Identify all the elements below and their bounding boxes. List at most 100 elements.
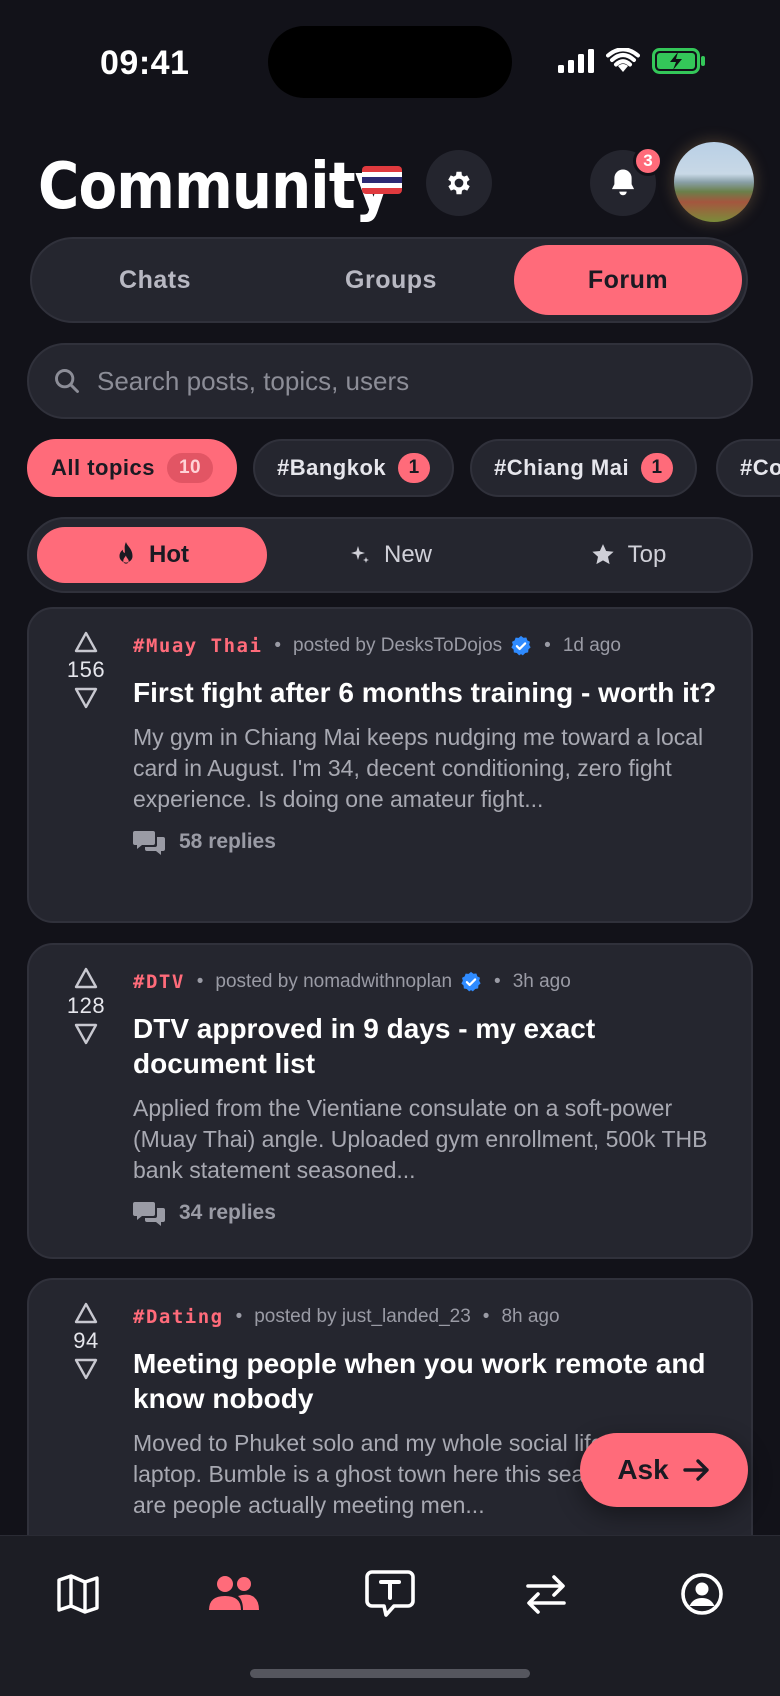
nav-profile[interactable] bbox=[662, 1564, 742, 1624]
post-excerpt: Applied from the Vientiane consulate on … bbox=[133, 1095, 708, 1183]
chip-count: 1 bbox=[641, 453, 674, 483]
topic-chips: All topics 10 #Bangkok 1 #Chiang Mai 1 #… bbox=[27, 439, 780, 497]
separator-dot: • bbox=[196, 971, 204, 992]
tab-forum[interactable]: Forum bbox=[514, 245, 742, 315]
sort-tabs: Hot New Top bbox=[27, 517, 753, 593]
replies-count: 34 replies bbox=[179, 1201, 276, 1224]
vote-count: 128 bbox=[66, 993, 106, 1018]
replies-link[interactable]: 34 replies bbox=[133, 1200, 727, 1226]
sort-hot[interactable]: Hot bbox=[37, 527, 267, 583]
upvote-icon[interactable] bbox=[74, 1302, 98, 1324]
post-tag[interactable]: #DTV bbox=[133, 971, 185, 993]
post-meta: #Dating • posted by just_landed_23 • 8h … bbox=[133, 1306, 727, 1328]
nav-community[interactable] bbox=[194, 1564, 274, 1624]
profile-icon bbox=[681, 1573, 723, 1615]
ask-button[interactable]: Ask bbox=[580, 1433, 748, 1507]
avatar[interactable] bbox=[674, 142, 754, 222]
status-bar: 09:41 bbox=[0, 0, 780, 130]
comments-icon bbox=[133, 831, 165, 855]
post-card[interactable]: 94 #Dating • posted by just_landed_23 • … bbox=[27, 1278, 753, 1578]
nav-forum[interactable] bbox=[350, 1564, 430, 1624]
sort-top[interactable]: Top bbox=[513, 527, 743, 583]
separator-dot: • bbox=[482, 1306, 490, 1327]
post-meta: #Muay Thai • posted by DesksToDojos • 1d… bbox=[133, 635, 727, 657]
home-indicator bbox=[250, 1669, 530, 1678]
status-time: 09:41 bbox=[100, 44, 190, 82]
upvote-icon[interactable] bbox=[74, 967, 98, 989]
downvote-icon[interactable] bbox=[74, 1358, 98, 1380]
sort-top-label: Top bbox=[627, 541, 667, 568]
sort-new-label: New bbox=[383, 541, 432, 568]
chip-count: 10 bbox=[167, 453, 214, 483]
post-card[interactable]: 156 #Muay Thai • posted by DesksToDojos … bbox=[27, 607, 753, 923]
verified-badge-icon bbox=[510, 635, 532, 657]
sort-new[interactable]: New bbox=[275, 527, 505, 583]
ask-label: Ask bbox=[617, 1454, 669, 1485]
page-title: Community bbox=[38, 150, 391, 224]
downvote-icon[interactable] bbox=[74, 687, 98, 709]
post-title[interactable]: First fight after 6 months training - wo… bbox=[133, 675, 727, 710]
post-tag[interactable]: #Muay Thai bbox=[133, 635, 262, 657]
chip-label: All topics bbox=[51, 455, 156, 480]
vote-count: 156 bbox=[66, 657, 106, 682]
arrow-right-icon bbox=[682, 1459, 709, 1481]
search-placeholder: Search posts, topics, users bbox=[97, 365, 410, 396]
signal-icon bbox=[558, 49, 594, 73]
post-author[interactable]: posted by nomadwithnoplan bbox=[215, 971, 452, 993]
flame-icon bbox=[119, 542, 133, 564]
post-author[interactable]: posted by just_landed_23 bbox=[254, 1306, 471, 1328]
nav-map[interactable] bbox=[38, 1564, 118, 1624]
replies-count: 58 replies bbox=[179, 830, 276, 853]
chip-count: 1 bbox=[398, 453, 431, 483]
tab-chats[interactable]: Chats bbox=[40, 245, 270, 315]
community-icon bbox=[209, 1576, 259, 1610]
map-icon bbox=[57, 1574, 99, 1614]
post-title[interactable]: DTV approved in 9 days - my exact docume… bbox=[133, 1011, 727, 1081]
chip-chiang-mai[interactable]: #Chiang Mai 1 bbox=[470, 439, 698, 497]
upvote-icon[interactable] bbox=[74, 631, 98, 653]
chip-more[interactable]: #Co bbox=[716, 439, 780, 497]
section-tabs: Chats Groups Forum bbox=[30, 237, 748, 323]
wifi-icon bbox=[606, 48, 640, 72]
star-icon bbox=[592, 544, 614, 565]
search-input[interactable]: Search posts, topics, users bbox=[27, 343, 753, 419]
chip-bangkok[interactable]: #Bangkok 1 bbox=[253, 439, 455, 497]
post-title[interactable]: Meeting people when you work remote and … bbox=[133, 1346, 727, 1416]
search-icon bbox=[55, 369, 79, 393]
chat-topic-icon bbox=[365, 1570, 415, 1617]
post-time: 3h ago bbox=[512, 971, 571, 992]
post-tag[interactable]: #Dating bbox=[133, 1306, 224, 1328]
chip-label: #Bangkok bbox=[277, 455, 387, 480]
vote-control: 94 bbox=[57, 1302, 115, 1380]
tab-groups[interactable]: Groups bbox=[276, 245, 506, 315]
replies-link[interactable]: 58 replies bbox=[133, 829, 727, 855]
post-card[interactable]: 128 #DTV • posted by nomadwithnoplan • 3… bbox=[27, 943, 753, 1259]
chip-label: #Co bbox=[740, 455, 780, 480]
chip-all-topics[interactable]: All topics 10 bbox=[27, 439, 238, 497]
vote-control: 128 bbox=[57, 967, 115, 1045]
dynamic-island bbox=[268, 26, 512, 98]
battery-icon bbox=[652, 48, 705, 74]
separator-dot: • bbox=[235, 1306, 243, 1327]
post-author[interactable]: posted by DesksToDojos bbox=[293, 635, 502, 657]
vote-control: 156 bbox=[57, 631, 115, 709]
sort-hot-label: Hot bbox=[149, 541, 189, 568]
sparkle-icon bbox=[350, 546, 369, 563]
bell-icon bbox=[611, 169, 635, 196]
vote-count: 94 bbox=[73, 1328, 99, 1353]
gear-icon bbox=[448, 171, 470, 195]
separator-dot: • bbox=[274, 635, 282, 656]
comments-icon bbox=[133, 1202, 165, 1226]
notification-badge: 3 bbox=[633, 146, 663, 176]
post-meta: #DTV • posted by nomadwithnoplan • 3h ag… bbox=[133, 971, 727, 993]
system-icons bbox=[558, 48, 706, 74]
downvote-icon[interactable] bbox=[74, 1023, 98, 1045]
thailand-flag-icon bbox=[362, 166, 402, 194]
post-time: 1d ago bbox=[562, 635, 621, 656]
separator-dot: • bbox=[494, 971, 501, 992]
post-time: 8h ago bbox=[501, 1306, 560, 1327]
settings-button[interactable] bbox=[426, 150, 492, 216]
chip-label: #Chiang Mai bbox=[494, 455, 630, 480]
verified-badge-icon bbox=[460, 971, 482, 993]
nav-exchange[interactable] bbox=[506, 1564, 586, 1624]
